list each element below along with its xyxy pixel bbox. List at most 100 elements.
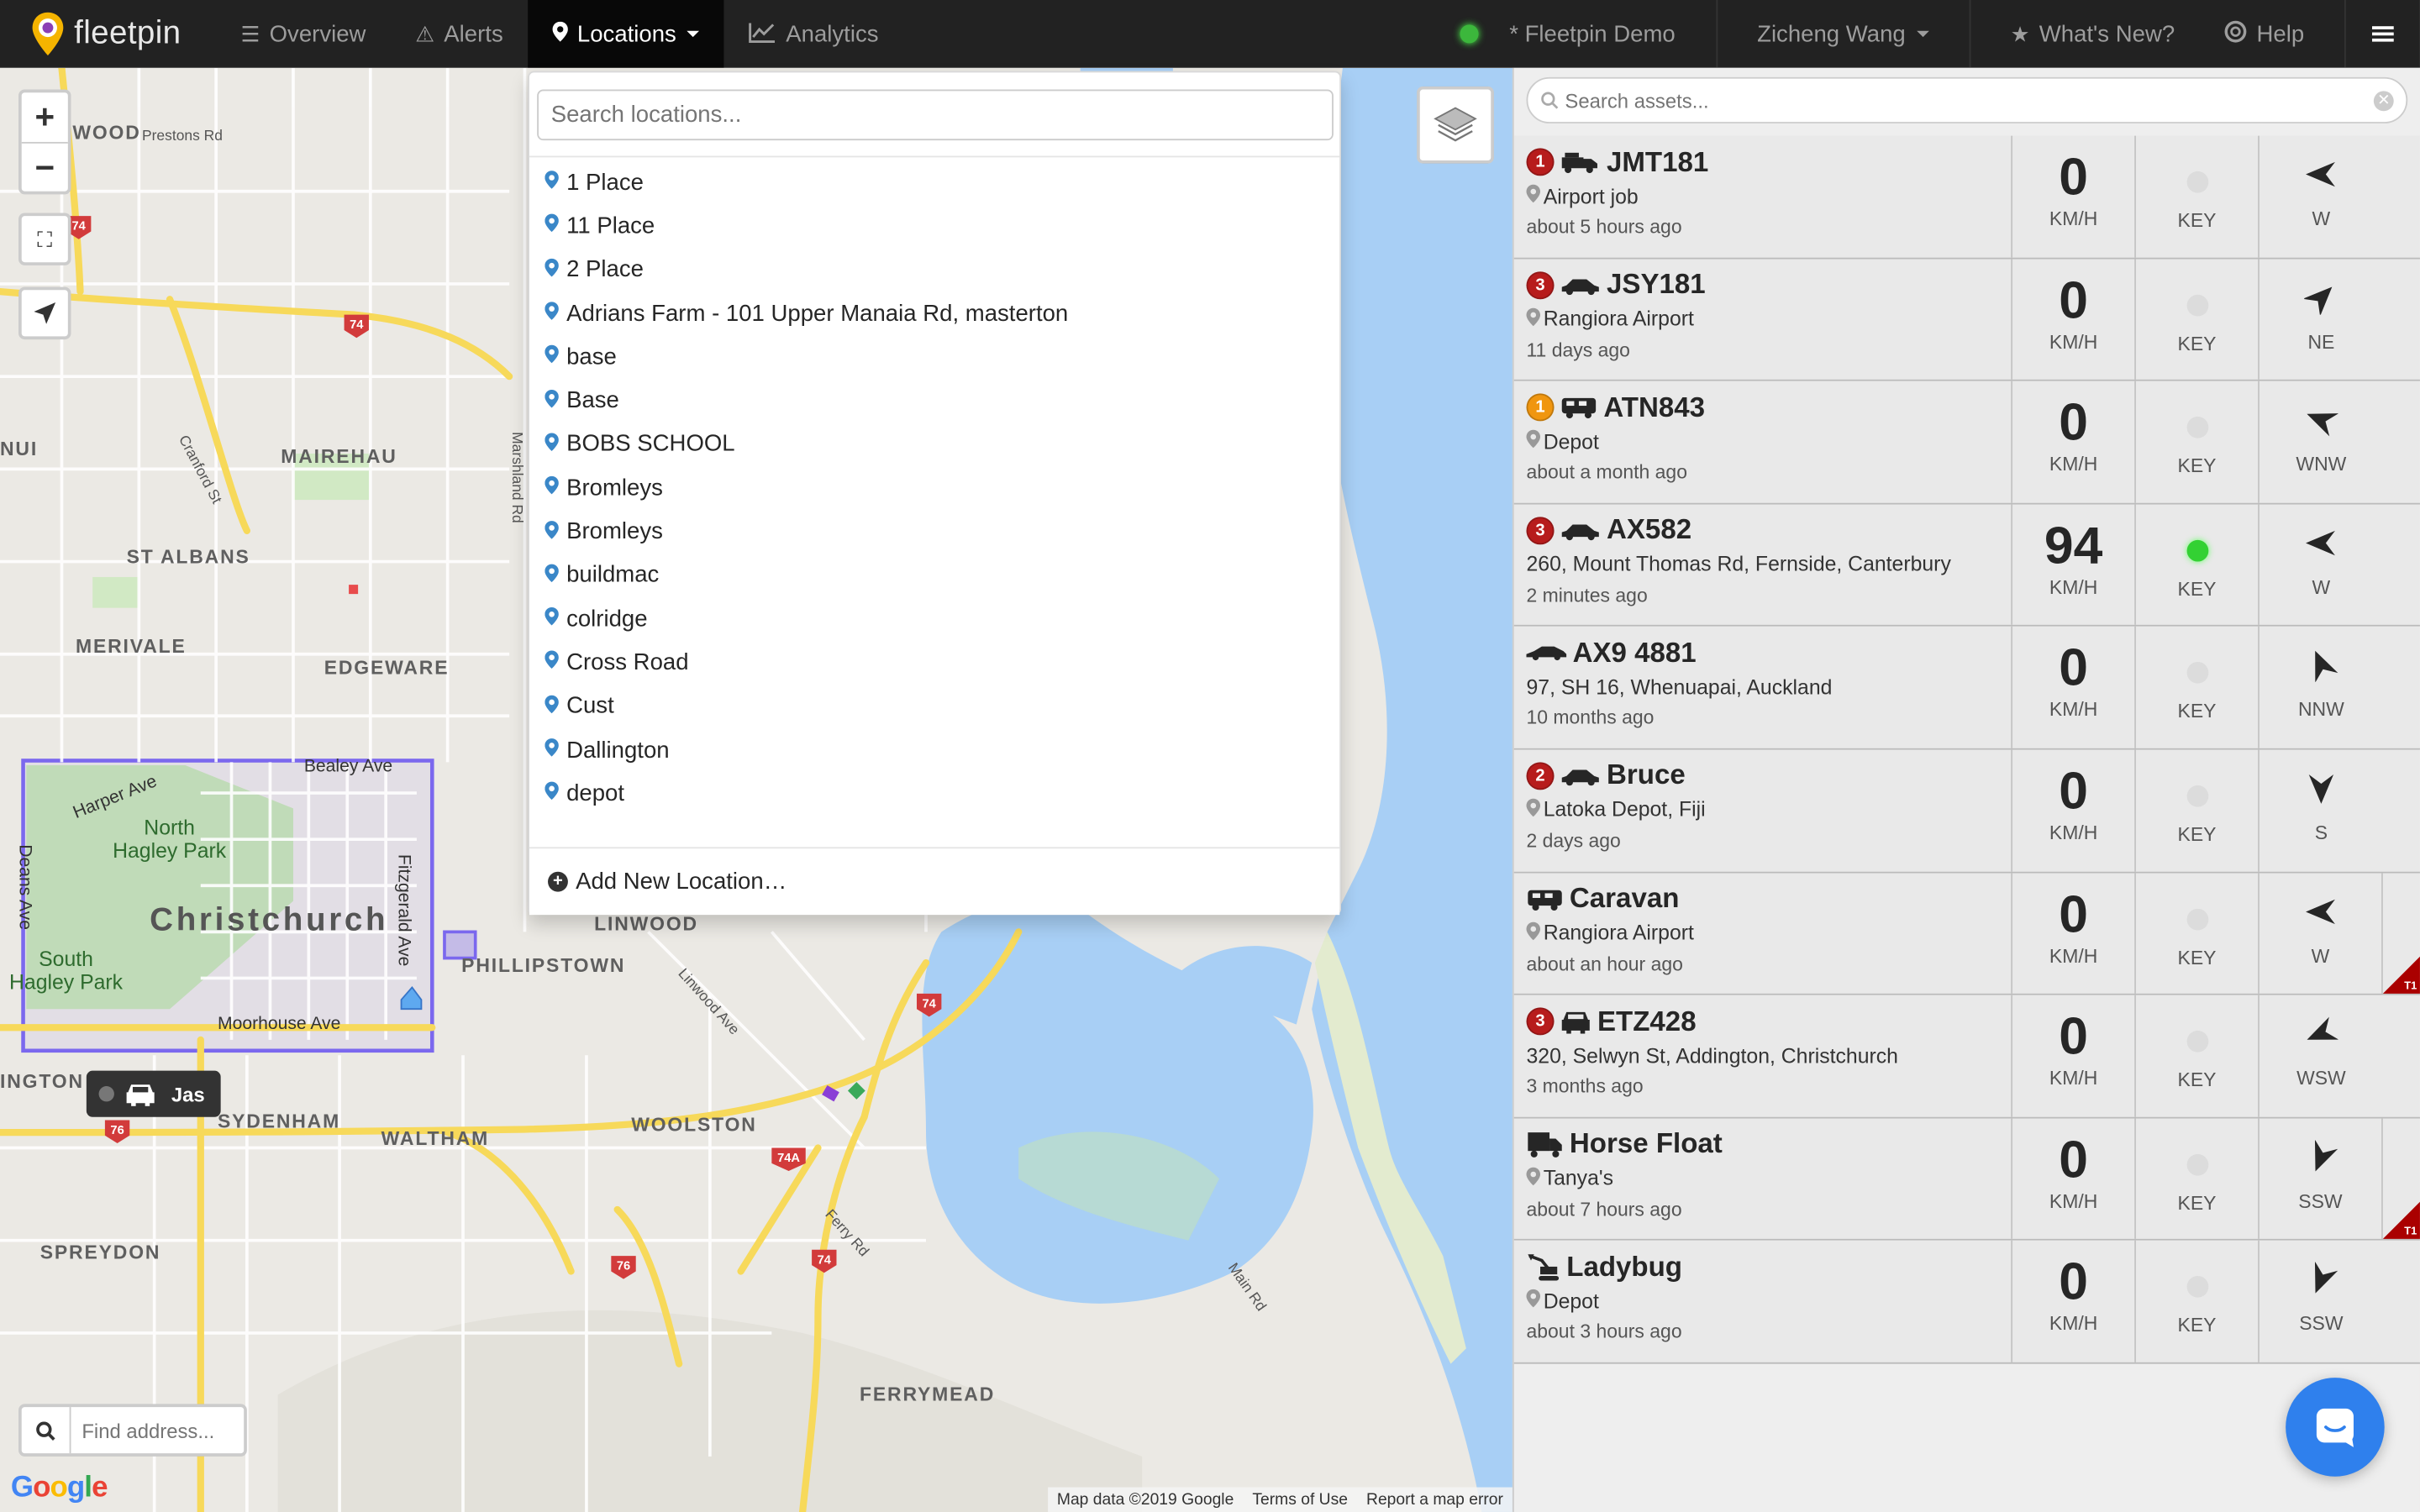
map-pin-icon — [1526, 798, 1541, 822]
speed-unit: KM/H — [2049, 699, 2098, 722]
asset-name[interactable]: Horse Float — [1570, 1128, 1723, 1161]
ignition-indicator-icon — [2186, 294, 2208, 316]
asset-row[interactable]: Horse Float Tanya's about 7 hours ago 0 KM/H… — [1513, 1118, 2420, 1242]
report-map-error-link[interactable]: Report a map error — [1357, 1488, 1512, 1512]
find-address-box — [18, 1404, 247, 1457]
nav-overview[interactable]: ☰ Overview — [216, 0, 391, 68]
map-marker-icon — [544, 519, 559, 543]
locate-me-button[interactable] — [18, 286, 71, 340]
find-address-input[interactable] — [71, 1418, 238, 1442]
map-label-north-hagley-park: North Hagley Park — [113, 816, 227, 863]
key-label: KEY — [2177, 823, 2217, 846]
trip-flag-label: T1 — [2404, 981, 2417, 993]
asset-title: 3 AX582 — [1526, 513, 1998, 547]
search-assets-input[interactable] — [1559, 88, 2374, 113]
search-locations-input[interactable] — [537, 89, 1334, 141]
location-item[interactable]: colridge — [529, 597, 1339, 641]
location-item-label: depot — [566, 780, 625, 807]
terms-of-use-link[interactable]: Terms of Use — [1243, 1488, 1357, 1512]
location-item[interactable]: Base — [529, 379, 1339, 423]
asset-last-seen: about 7 hours ago — [1526, 1198, 1682, 1221]
asset-row[interactable]: AX9 4881 97, SH 16, Whenuapai, Auckland 10… — [1513, 627, 2420, 750]
zoom-in-button[interactable]: + — [22, 92, 68, 142]
speed-stat: 0 KM/H — [2012, 749, 2136, 871]
heading-label: WNW — [2296, 454, 2347, 476]
heading-label: SSW — [2298, 1190, 2343, 1213]
location-item-label: base — [566, 344, 617, 370]
location-item[interactable]: BOBS SCHOOL — [529, 423, 1339, 466]
asset-name[interactable]: ETZ428 — [1597, 1005, 1697, 1038]
map-attribution: Map data ©2019 Google Terms of Use Repor… — [1047, 1487, 1512, 1512]
nav-alerts[interactable]: ⚠ Alerts — [391, 0, 528, 68]
asset-name[interactable]: AX582 — [1607, 514, 1691, 547]
map-pin-icon — [1526, 307, 1541, 331]
asset-row[interactable]: 1 JMT181 Airport job about 5 hours ago 0 KM/H… — [1513, 135, 2420, 259]
location-item[interactable]: Adrians Farm - 101 Upper Manaia Rd, mast… — [529, 291, 1339, 335]
location-item[interactable]: depot — [529, 772, 1339, 816]
car-icon — [1560, 274, 1601, 296]
fullscreen-button[interactable]: ⛶ — [18, 213, 71, 265]
asset-name[interactable]: Ladybug — [1566, 1251, 1682, 1284]
location-item-label: 1 Place — [566, 169, 644, 196]
user-name: Zicheng Wang — [1757, 20, 1906, 48]
asset-name[interactable]: ATN843 — [1603, 391, 1705, 424]
heading-stat: W — [2260, 872, 2383, 995]
location-item[interactable]: base — [529, 335, 1339, 379]
add-new-location-button[interactable]: + Add New Location… — [529, 847, 1340, 916]
map-marker-icon — [544, 257, 559, 281]
location-item[interactable]: Cust — [529, 685, 1339, 728]
marker-label: Jas — [171, 1082, 205, 1105]
asset-last-seen: 2 minutes ago — [1526, 584, 1648, 606]
nav-analytics[interactable]: Analytics — [724, 0, 903, 68]
map-layers-button[interactable] — [1417, 86, 1494, 164]
help-link[interactable]: Help — [2200, 0, 2344, 68]
location-item[interactable]: 1 Place — [529, 160, 1339, 204]
location-item[interactable]: buildmac — [529, 554, 1339, 597]
asset-info: 2 Bruce Latoka Depot, Fiji 2 days ago — [1514, 749, 2013, 871]
user-menu[interactable]: Zicheng Wang — [1717, 0, 1969, 68]
location-item[interactable]: Dallington — [529, 728, 1339, 772]
asset-name[interactable]: Bruce — [1607, 760, 1686, 793]
alert-count-badge: 3 — [1526, 1007, 1555, 1036]
asset-title: Horse Float — [1526, 1127, 1998, 1161]
map-asset-marker[interactable]: Jas — [86, 1070, 221, 1117]
asset-name[interactable]: JMT181 — [1607, 146, 1708, 179]
asset-name[interactable]: AX9 4881 — [1573, 637, 1697, 669]
asset-name[interactable]: JSY181 — [1607, 269, 1706, 302]
asset-row[interactable]: 3 JSY181 Rangiora Airport 11 days ago 0 KM/H K… — [1513, 258, 2420, 382]
search-icon[interactable] — [22, 1407, 71, 1454]
zoom-out-button[interactable]: − — [21, 141, 68, 192]
location-item[interactable]: 11 Place — [529, 204, 1339, 248]
location-item[interactable]: 2 Place — [529, 248, 1339, 291]
asset-location-text: Depot — [1543, 429, 1599, 454]
asset-name[interactable]: Caravan — [1570, 883, 1679, 916]
speed-stat: 0 KM/H — [2012, 872, 2136, 995]
location-item[interactable]: Bromleys — [529, 510, 1339, 554]
clear-search-icon[interactable]: ✕ — [2373, 90, 2394, 111]
ignition-indicator-icon — [2186, 417, 2208, 438]
direction-arrow-icon — [2307, 413, 2338, 437]
ignition-indicator-icon — [2186, 662, 2208, 685]
asset-row[interactable]: Ladybug Depot about 3 hours ago 0 KM/H KEY SSW — [1513, 1241, 2420, 1364]
asset-row[interactable]: 3 ETZ428 320, Selwyn St, Addington, Christ… — [1513, 995, 2420, 1119]
chat-launcher-button[interactable] — [2286, 1378, 2385, 1477]
speed-unit: KM/H — [2049, 331, 2098, 353]
location-item[interactable]: Bromleys — [529, 466, 1339, 510]
nav-locations[interactable]: Locations — [528, 0, 724, 68]
account-switcher[interactable]: * Fleetpin Demo — [1435, 0, 1715, 68]
asset-row[interactable]: Caravan Rangiora Airport about an hour ago… — [1513, 872, 2420, 995]
speed-value: 0 — [2059, 885, 2088, 944]
asset-row[interactable]: 3 AX582 260, Mount Thomas Rd, Fernside, Ca… — [1513, 504, 2420, 627]
asset-title: AX9 4881 — [1526, 636, 1998, 669]
brand-logo[interactable]: fleetpin — [0, 0, 216, 68]
asset-list: 1 JMT181 Airport job about 5 hours ago 0 KM/H… — [1513, 135, 2420, 1364]
asset-row[interactable]: 2 Bruce Latoka Depot, Fiji 2 days ago 0 KM/H K… — [1513, 749, 2420, 873]
asset-row[interactable]: 1 ATN843 Depot about a month ago 0 KM/H KEY WNW — [1513, 381, 2420, 505]
asset-info: AX9 4881 97, SH 16, Whenuapai, Auckland 10… — [1514, 627, 2013, 748]
location-item-label: Bromleys — [566, 518, 663, 545]
zoom-control: + − — [18, 89, 71, 195]
location-item[interactable]: Cross Road — [529, 641, 1339, 685]
whats-new-link[interactable]: ★ What's New? — [1970, 0, 2200, 68]
assets-sidebar: ✕ 1JMT181Airport jobabout 5 hours ago0KM… — [1512, 67, 2420, 1512]
hamburger-menu-icon[interactable] — [2346, 0, 2420, 68]
